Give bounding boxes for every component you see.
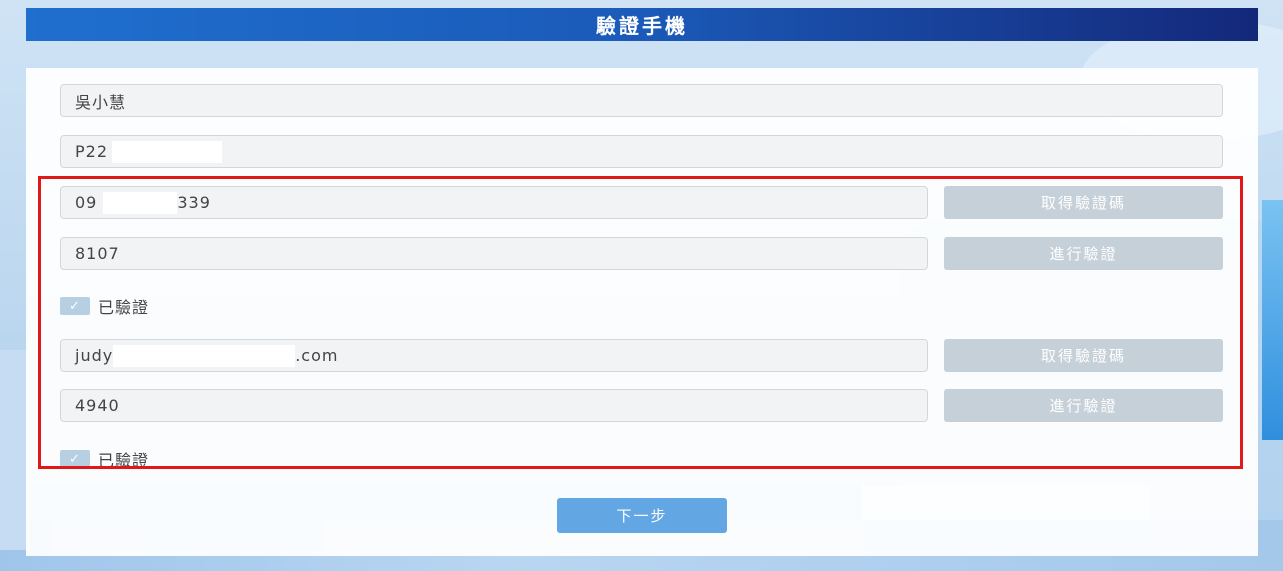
highlight-box	[38, 176, 1243, 469]
name-field[interactable]: 吳小慧	[60, 84, 1223, 117]
page-header: 驗證手機	[26, 8, 1258, 41]
id-number-field[interactable]: P22	[60, 135, 1223, 168]
next-step-button[interactable]: 下一步	[557, 498, 727, 533]
id-number-prefix: P22	[75, 142, 109, 161]
background-decoration	[1262, 200, 1283, 440]
name-value: 吳小慧	[75, 92, 127, 112]
redaction-mask	[112, 140, 223, 163]
page-title: 驗證手機	[596, 14, 688, 38]
background-panel	[862, 485, 1150, 520]
